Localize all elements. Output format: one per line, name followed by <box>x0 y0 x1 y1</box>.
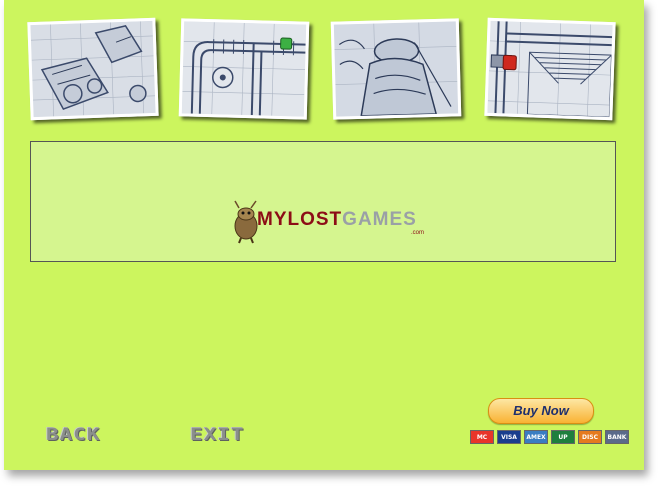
visa-icon: VISA <box>497 430 521 444</box>
logo-text: MYLOSTGAMES <box>257 209 417 231</box>
game-menu-panel: MYLOSTGAMES .com BACK EXIT Buy Now MC VI… <box>4 0 644 470</box>
rail-track-red-signal-image <box>487 20 613 118</box>
back-button[interactable]: BACK <box>46 425 101 444</box>
payment-cards: MC VISA AMEX UP DISC BANK <box>470 430 629 444</box>
logo-text-my: MYLOST <box>257 209 343 230</box>
thumbnail-4[interactable] <box>484 17 616 121</box>
rail-track-green-signal-image <box>181 21 307 117</box>
thumbnail-1[interactable] <box>27 17 159 121</box>
green-signal-icon <box>280 37 293 50</box>
robed-figure-sketch-image <box>333 21 459 117</box>
thumbnail-2[interactable] <box>178 18 310 120</box>
unionpay-icon: UP <box>551 430 575 444</box>
exit-button[interactable]: EXIT <box>190 425 245 444</box>
bank-icon: BANK <box>605 430 629 444</box>
thumbnail-3[interactable] <box>330 18 462 120</box>
mastercard-icon: MC <box>470 430 494 444</box>
logo-text-games: GAMES <box>342 209 417 230</box>
red-signal-icon <box>502 54 517 71</box>
mylostgames-logo[interactable]: MYLOSTGAMES .com <box>231 200 431 246</box>
ad-banner[interactable]: MYLOSTGAMES .com <box>30 141 616 262</box>
amex-icon: AMEX <box>524 430 548 444</box>
locomotive-sketch-image <box>30 20 156 118</box>
logo-suffix: .com <box>411 230 425 236</box>
discover-icon: DISC <box>578 430 602 444</box>
buy-now-button[interactable]: Buy Now <box>488 398 594 424</box>
